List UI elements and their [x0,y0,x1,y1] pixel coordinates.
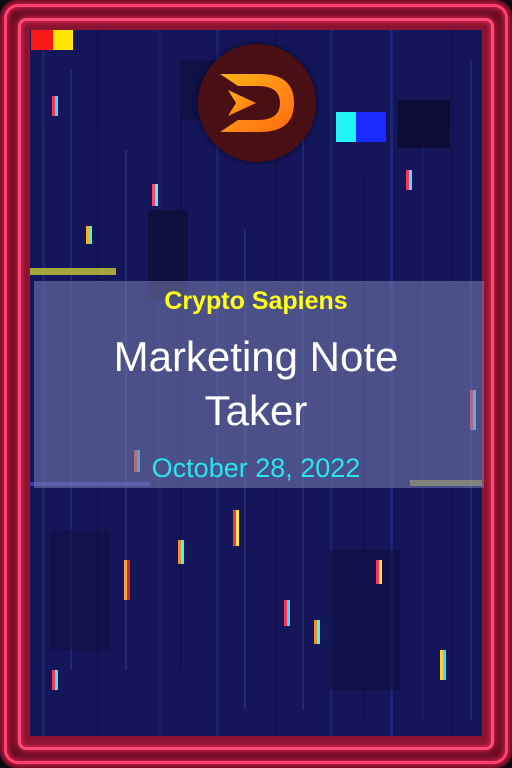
brand-name: Crypto Sapiens [164,287,348,315]
card-title: Marketing Note Taker [113,333,399,434]
d-play-logo-icon [198,44,316,162]
card-date: October 28, 2022 [151,453,361,483]
nft-card: Crypto Sapiens Marketing Note Taker Octo… [0,0,512,768]
